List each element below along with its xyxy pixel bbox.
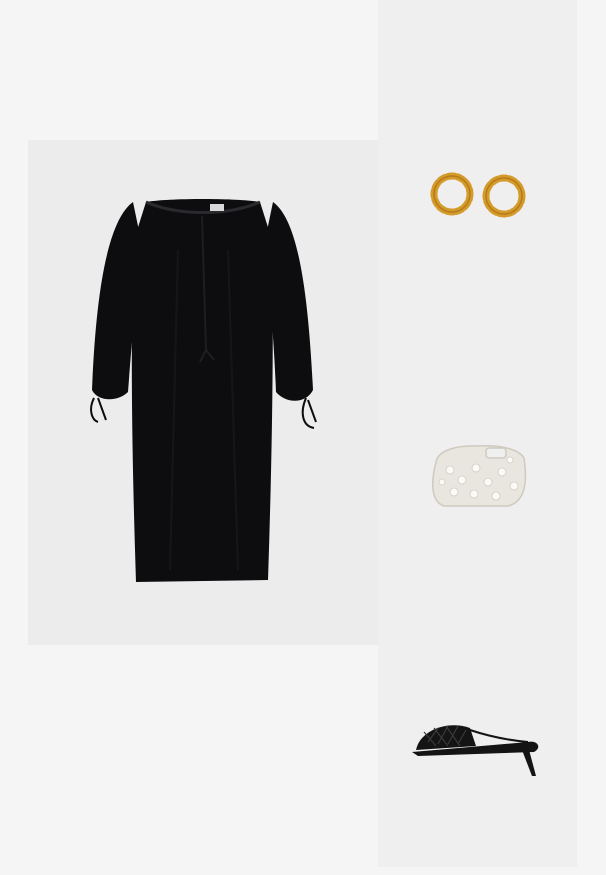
- black-dress-icon: [28, 140, 378, 645]
- gold-hoop-earrings-icon: [378, 0, 577, 290]
- earrings-product-card[interactable]: [378, 0, 577, 290]
- black-woven-mule-icon: [378, 580, 577, 867]
- sandal-product-card[interactable]: [378, 580, 577, 867]
- dress-product-card[interactable]: [28, 140, 378, 645]
- white-embellished-clutch-icon: [378, 290, 577, 580]
- clutch-product-card[interactable]: [378, 290, 577, 580]
